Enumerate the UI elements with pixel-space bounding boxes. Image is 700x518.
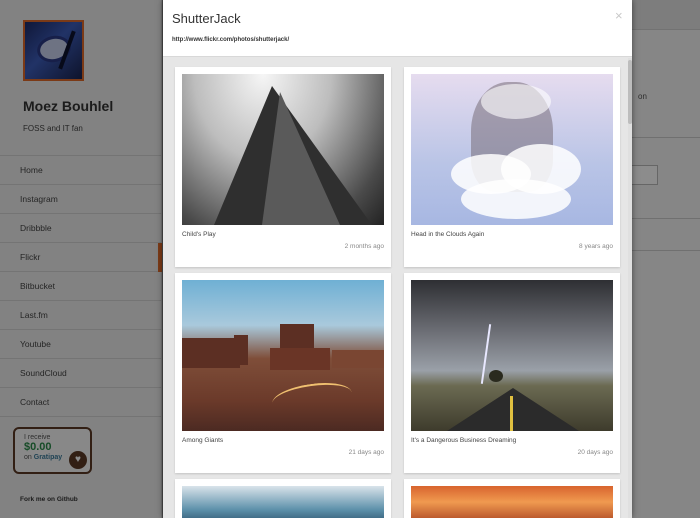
photo-card[interactable]: Among Giants 21 days ago — [175, 273, 391, 473]
photo-caption: Child's Play — [182, 231, 216, 238]
photo-thumbnail[interactable] — [411, 486, 613, 518]
modal-header: ShutterJack http://www.flickr.com/photos… — [163, 0, 632, 57]
photo-card[interactable]: It's a Dangerous Business Dreaming 20 da… — [404, 273, 620, 473]
photo-thumbnail[interactable] — [411, 74, 613, 225]
photo-thumbnail[interactable] — [182, 74, 384, 225]
photo-card[interactable] — [175, 479, 391, 518]
modal-url-link[interactable]: http://www.flickr.com/photos/shutterjack… — [172, 37, 289, 43]
photo-time: 20 days ago — [577, 449, 613, 456]
photo-thumbnail[interactable] — [182, 280, 384, 431]
photo-caption: It's a Dangerous Business Dreaming — [411, 437, 517, 444]
photo-time: 21 days ago — [348, 449, 384, 456]
photo-card[interactable] — [404, 479, 620, 518]
photo-card[interactable]: Head in the Clouds Again 8 years ago — [404, 67, 620, 267]
photo-card[interactable]: Child's Play 2 months ago — [175, 67, 391, 267]
photo-time: 8 years ago — [579, 243, 613, 250]
close-icon[interactable]: × — [615, 8, 623, 23]
photo-caption: Head in the Clouds Again — [411, 231, 485, 238]
photo-time: 2 months ago — [344, 243, 384, 250]
photo-thumbnail[interactable] — [182, 486, 384, 518]
flickr-modal: ShutterJack http://www.flickr.com/photos… — [163, 0, 632, 518]
screen: Moez Bouhlel FOSS and IT fan Home Instag… — [0, 0, 700, 518]
photo-thumbnail[interactable] — [411, 280, 613, 431]
scrollbar-thumb[interactable] — [628, 60, 632, 124]
modal-scrollbar[interactable] — [628, 58, 632, 518]
modal-title: ShutterJack — [172, 11, 241, 26]
photo-caption: Among Giants — [182, 437, 224, 444]
